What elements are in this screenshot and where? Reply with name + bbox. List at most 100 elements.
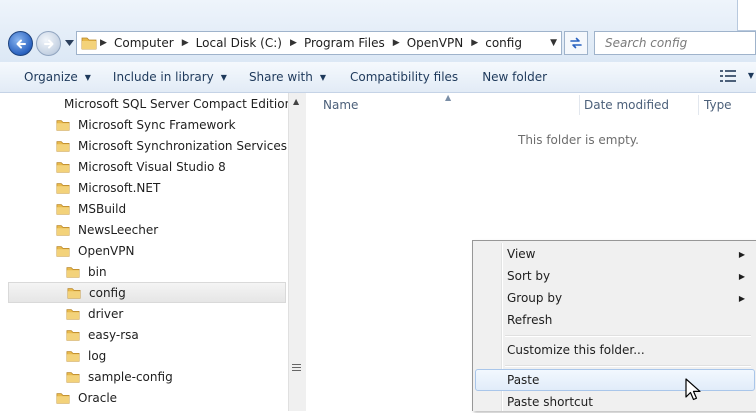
menu-item-paste[interactable]: Paste	[475, 369, 755, 391]
tree-item-label: Microsoft Sync Framework	[78, 117, 236, 132]
folder-icon	[66, 329, 80, 341]
tree-item[interactable]: Microsoft Visual Studio 8	[0, 156, 288, 177]
search-box[interactable]	[594, 31, 756, 55]
menu-item-paste-shortcut-label: Paste shortcut	[507, 395, 593, 409]
include-in-library-label: Include in library	[112, 70, 214, 84]
window-edge	[737, 0, 756, 31]
breadcrumb-separator[interactable]: ▶	[390, 38, 403, 48]
share-with-label: Share with	[248, 70, 313, 84]
folder-icon	[56, 119, 70, 131]
folder-icon	[56, 392, 70, 404]
menu-item-view-label: View	[507, 247, 536, 261]
chevron-down-icon	[64, 40, 74, 46]
menu-item-paste-shortcut[interactable]: Paste shortcut	[475, 391, 755, 413]
tree-item-label: sample-config	[88, 369, 173, 384]
include-in-library-button[interactable]: Include in library ▼	[105, 64, 235, 90]
new-folder-label: New folder	[482, 70, 548, 84]
menu-item-sort-by-label: Sort by	[507, 269, 551, 283]
menu-item-customize-folder-label: Customize this folder...	[507, 343, 645, 357]
breadcrumb-separator[interactable]: ▶	[468, 38, 481, 48]
new-folder-button[interactable]: New folder	[474, 64, 555, 90]
menu-item-view[interactable]: View ▶	[475, 243, 755, 265]
column-date-modified-label: Date modified	[584, 98, 670, 112]
tree-item[interactable]: MSBuild	[0, 198, 288, 219]
tree-item[interactable]: driver	[0, 303, 288, 324]
tree-item-label: config	[89, 285, 126, 300]
search-input[interactable]	[603, 35, 747, 51]
tree-item[interactable]: Oracle	[0, 387, 288, 408]
breadcrumb-separator[interactable]: ▶	[179, 38, 192, 48]
menu-item-sort-by[interactable]: Sort by ▶	[475, 265, 755, 287]
tree-item[interactable]: easy-rsa	[0, 324, 288, 345]
breadcrumb-program-files[interactable]: Program Files	[300, 36, 390, 50]
breadcrumb-config[interactable]: config	[481, 36, 527, 50]
breadcrumb-computer[interactable]: Computer	[110, 36, 179, 50]
tree-item[interactable]: sample-config	[0, 366, 288, 387]
menu-item-customize-folder[interactable]: Customize this folder...	[475, 339, 755, 361]
menu-separator	[505, 365, 751, 367]
tree-item-label: MSBuild	[78, 201, 127, 216]
tree-item[interactable]: Microsoft Sync Framework	[0, 114, 288, 135]
scroll-up-arrow-icon[interactable]: ▲	[293, 97, 299, 106]
refresh-button[interactable]	[564, 31, 588, 55]
address-bar[interactable]: ▶ Computer ▶ Local Disk (C:) ▶ Program F…	[76, 31, 562, 55]
breadcrumb-separator[interactable]: ▶	[97, 38, 110, 48]
recent-pages-button[interactable]	[64, 36, 74, 50]
submenu-arrow-icon: ▶	[738, 249, 745, 259]
breadcrumb-local-disk[interactable]: Local Disk (C:)	[192, 36, 287, 50]
submenu-arrow-icon: ▶	[738, 271, 745, 281]
tree-item[interactable]: OpenVPN	[0, 240, 288, 261]
tree-item[interactable]: Microsoft SQL Server Compact Edition	[0, 93, 288, 114]
forward-button[interactable]	[36, 31, 61, 56]
change-view-icon[interactable]	[720, 70, 736, 82]
folder-icon	[67, 287, 81, 299]
tree-item[interactable]: bin	[0, 261, 288, 282]
empty-folder-message: This folder is empty.	[518, 133, 639, 147]
navigation-pane: Microsoft SQL Server Compact Edition Micr…	[0, 93, 288, 411]
column-date-modified[interactable]: Date modified	[584, 93, 669, 117]
tree-item-label: driver	[88, 306, 124, 321]
navigation-scrollbar[interactable]: ▲	[288, 93, 306, 411]
column-type-label: Type	[704, 98, 732, 112]
tree-item[interactable]: config	[8, 282, 286, 303]
folder-icon	[66, 266, 80, 278]
refresh-icon	[570, 37, 582, 49]
tree-item[interactable]: Microsoft.NET	[0, 177, 288, 198]
folder-icon	[66, 350, 80, 362]
folder-icon	[81, 37, 97, 50]
tree-item[interactable]: Microsoft Synchronization Services	[0, 135, 288, 156]
organize-label: Organize	[24, 70, 78, 84]
compatibility-files-label: Compatibility files	[350, 70, 459, 84]
arrow-left-icon	[16, 39, 26, 48]
share-with-button[interactable]: Share with ▼	[241, 64, 334, 90]
tree-item-label: NewsLeecher	[78, 222, 159, 237]
breadcrumb-openvpn[interactable]: OpenVPN	[403, 36, 468, 50]
column-divider[interactable]	[698, 95, 699, 115]
menu-item-group-by-label: Group by	[507, 291, 563, 305]
menu-item-group-by[interactable]: Group by ▶	[475, 287, 755, 309]
back-button[interactable]	[8, 31, 33, 56]
view-options-dropdown-icon[interactable]: ▼	[748, 71, 754, 80]
menu-item-refresh[interactable]: Refresh	[475, 309, 755, 331]
folder-icon	[56, 224, 70, 236]
tree-item-label: Microsoft Synchronization Services	[78, 138, 287, 153]
folder-icon	[56, 245, 70, 257]
column-divider[interactable]	[579, 95, 580, 115]
folder-icon	[56, 140, 70, 152]
folder-icon	[56, 203, 70, 215]
tree-item[interactable]: NewsLeecher	[0, 219, 288, 240]
breadcrumb-separator[interactable]: ▶	[287, 38, 300, 48]
organize-button[interactable]: Organize ▼	[16, 64, 99, 90]
sort-ascending-icon: ▲	[445, 93, 452, 102]
tree-item-label: bin	[88, 264, 107, 279]
column-name-label: Name	[323, 98, 359, 112]
column-name[interactable]: Name	[323, 93, 358, 117]
column-header-row: Name ▲ Date modified Type	[306, 93, 756, 117]
tree-item-label: Microsoft Visual Studio 8	[78, 159, 226, 174]
address-dropdown-icon[interactable]: ▼	[550, 38, 557, 48]
context-menu: View ▶ Sort by ▶ Group by ▶ Refresh Cust…	[472, 240, 756, 411]
tree-item-label: easy-rsa	[88, 327, 139, 342]
column-type[interactable]: Type	[704, 93, 732, 117]
tree-item[interactable]: log	[0, 345, 288, 366]
compatibility-files-button[interactable]: Compatibility files	[342, 64, 466, 90]
